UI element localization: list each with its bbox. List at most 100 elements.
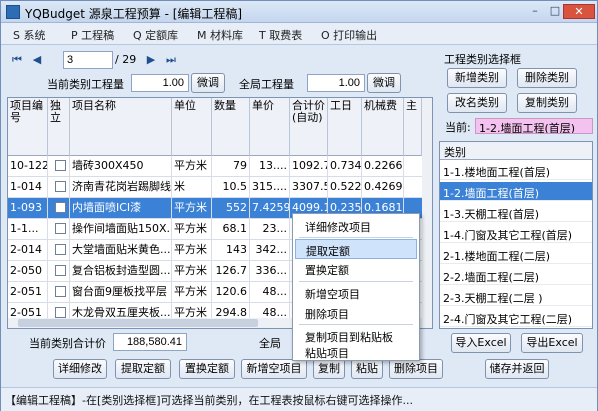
cell-quantity: 143 — [212, 240, 250, 261]
global-quantity-input[interactable] — [307, 74, 365, 92]
minimize-icon[interactable]: – — [525, 4, 545, 19]
checkbox-icon[interactable] — [55, 160, 66, 171]
cell-price: 315.... — [250, 177, 290, 198]
ctx-add-empty-item[interactable]: 新增空项目 — [295, 283, 417, 303]
category-item[interactable]: 2-1.楼地面工程(二层) — [440, 245, 592, 264]
cell-name: 大堂墙面贴米黄色... — [70, 240, 172, 261]
export-excel-button[interactable]: 导出Excel — [521, 333, 583, 353]
checkbox-icon[interactable] — [55, 328, 66, 329]
category-item[interactable]: 2-2.墙面工程(二层) — [440, 266, 592, 285]
cell-unit: 平方米 — [172, 282, 212, 303]
cell-name: 窗台面9厘板找平层 — [70, 282, 172, 303]
checkbox-icon[interactable] — [55, 181, 66, 192]
current-quantity-label: 当前类别工程量 — [47, 78, 124, 91]
cell-price: 23... — [250, 219, 290, 240]
vertical-scrollbar[interactable] — [422, 98, 432, 328]
next-page-icon[interactable]: ▶ — [143, 51, 159, 69]
close-icon[interactable]: ✕ — [563, 4, 595, 19]
row-checkbox[interactable] — [48, 156, 70, 177]
menu-fee-table[interactable]: T 取费表 — [259, 27, 302, 43]
category-panel-title: 工程类别选择框 — [444, 53, 521, 66]
cell-total: 3307.51 — [290, 177, 328, 198]
ctx-separator — [299, 281, 413, 282]
cell-unit: 平方米 — [172, 261, 212, 282]
extract-quota-button[interactable]: 提取定额 — [115, 359, 171, 379]
ctx-extract-quota[interactable]: 提取定额 — [295, 239, 417, 259]
ctx-paste-item[interactable]: 粘贴项目 — [295, 342, 417, 362]
cell-machine: 0.4269 — [362, 177, 404, 198]
row-checkbox[interactable] — [48, 261, 70, 282]
global-quantity-label: 全局工程量 — [239, 78, 294, 91]
cell-code: 2-051 — [8, 282, 48, 303]
row-checkbox[interactable] — [48, 198, 70, 219]
paste-button[interactable]: 粘贴 — [351, 359, 383, 379]
copy-button[interactable]: 复制 — [313, 359, 345, 379]
adjust-current-button[interactable]: 微调 — [191, 73, 225, 93]
category-item[interactable]: 2-3.天棚工程(二层 ) — [440, 287, 592, 306]
menu-print[interactable]: O 打印输出 — [321, 27, 377, 43]
ctx-replace-quota[interactable]: 置换定额 — [295, 259, 417, 279]
checkbox-icon[interactable] — [55, 244, 66, 255]
category-item[interactable]: 2-4.门窗及其它工程(二层) — [440, 308, 592, 327]
col-main[interactable]: 主 — [404, 98, 422, 156]
menu-system[interactable]: S 系统 — [13, 27, 45, 43]
menu-project[interactable]: P 工程稿 — [71, 27, 114, 43]
checkbox-icon[interactable] — [55, 307, 66, 318]
checkbox-icon[interactable] — [55, 202, 66, 213]
cell-quantity: 552 — [212, 198, 250, 219]
checkbox-icon[interactable] — [55, 265, 66, 276]
menu-material-library[interactable]: M 材料库 — [197, 27, 243, 43]
col-machine[interactable]: 机械费 — [362, 98, 404, 156]
cell-name: 内墙面喷ICI漆 — [70, 198, 172, 219]
category-item[interactable]: 1-3.天棚工程(首层) — [440, 203, 592, 222]
col-price[interactable]: 单价 — [250, 98, 290, 156]
import-excel-button[interactable]: 导入Excel — [451, 333, 511, 353]
prev-page-icon[interactable]: ◀ — [29, 51, 45, 69]
col-total[interactable]: 合计价(自动) — [290, 98, 328, 156]
add-empty-item-button[interactable]: 新增空项目 — [241, 359, 307, 379]
col-quantity[interactable]: 数量 — [212, 98, 250, 156]
row-checkbox[interactable] — [48, 240, 70, 261]
col-unit[interactable]: 单位 — [172, 98, 212, 156]
last-page-icon[interactable]: ⏭ — [163, 51, 179, 69]
cell-name: 墙砖300X450 — [70, 156, 172, 177]
row-checkbox[interactable] — [48, 177, 70, 198]
table-header: 项目编号 独立 项目名称 单位 数量 单价 合计价(自动) 工日 机械费 主 — [8, 98, 432, 156]
category-item[interactable]: 1-4.门窗及其它工程(首层) — [440, 224, 592, 243]
col-independent[interactable]: 独立 — [48, 98, 70, 156]
checkbox-icon[interactable] — [55, 286, 66, 297]
category-item[interactable]: 1-1.楼地面工程(首层) — [440, 161, 592, 180]
menu-quota-library[interactable]: Q 定额库 — [133, 27, 178, 43]
category-item[interactable]: 1-2.墙面工程(首层) — [440, 182, 592, 201]
cell-price: 13.... — [250, 156, 290, 177]
cell-unit: 平方米 — [172, 240, 212, 261]
row-checkbox[interactable] — [48, 219, 70, 240]
delete-category-button[interactable]: 删除类别 — [517, 68, 577, 88]
delete-item-button[interactable]: 删除项目 — [389, 359, 443, 379]
first-page-icon[interactable]: ⏮ — [9, 51, 25, 69]
cell-name: 操作间墙面贴150X... — [70, 219, 172, 240]
col-name[interactable]: 项目名称 — [70, 98, 172, 156]
rename-category-button[interactable]: 改名类别 — [447, 93, 507, 113]
save-return-button[interactable]: 储存并返回 — [485, 359, 549, 379]
row-checkbox[interactable] — [48, 282, 70, 303]
col-code[interactable]: 项目编号 — [8, 98, 48, 156]
global-sum-label: 全局 — [259, 337, 281, 350]
cell-code: 1-014 — [8, 177, 48, 198]
cell-total: 1092.7 — [290, 156, 328, 177]
table-row[interactable]: 10-122 墙砖300X450平方米7913....1092.70.73490.… — [8, 156, 432, 177]
table-row[interactable]: 1-014 济南青花岗岩踢脚线米10.5315....3307.510.52250… — [8, 177, 432, 198]
detail-edit-button[interactable]: 详细修改 — [53, 359, 107, 379]
ctx-detail-edit[interactable]: 详细修改项目 — [295, 216, 417, 236]
adjust-global-button[interactable]: 微调 — [367, 73, 401, 93]
cell-quantity: 68.1 — [212, 219, 250, 240]
current-quantity-input[interactable] — [131, 74, 189, 92]
copy-category-button[interactable]: 复制类别 — [517, 93, 577, 113]
col-labor[interactable]: 工日 — [328, 98, 362, 156]
add-category-button[interactable]: 新增类别 — [447, 68, 507, 88]
ctx-delete-item[interactable]: 删除项目 — [295, 303, 417, 323]
checkbox-icon[interactable] — [55, 223, 66, 234]
maximize-icon[interactable]: □ — [545, 4, 565, 19]
replace-quota-button[interactable]: 置换定额 — [179, 359, 235, 379]
page-number-input[interactable] — [63, 51, 113, 69]
